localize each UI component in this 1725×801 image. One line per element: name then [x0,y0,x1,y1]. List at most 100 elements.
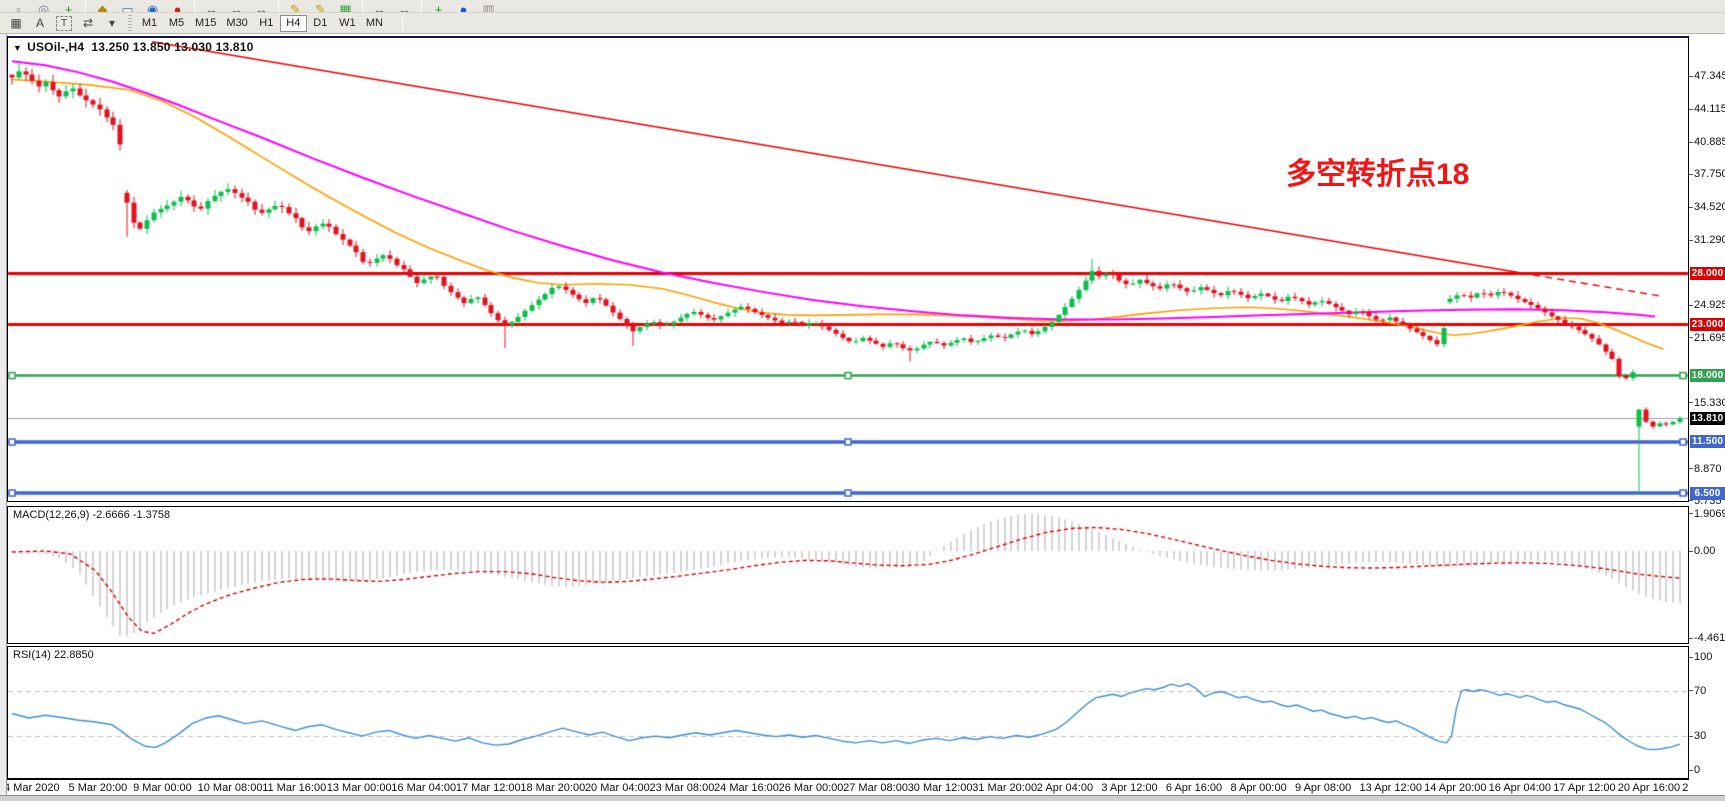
tile-horizontal-icon[interactable]: ↔ [224,0,249,13]
macd-tick: 1.9069 [1689,508,1725,520]
tile-horizontal-icon[interactable]: ↔ [367,0,392,13]
panel-icon[interactable]: ▭ [115,0,140,13]
time-axis-label: 31 Mar 20:00 [972,782,1037,794]
window-left-edge [0,34,7,795]
chart-canvas[interactable] [0,0,1725,801]
circle-icon[interactable]: ● [451,0,476,13]
chart-annotation-text: 多空转折点18 [1286,149,1469,193]
price-tick: 37.750 [1689,168,1725,180]
toolbar-separator [278,0,279,12]
price-tick: 21.695 [1689,332,1725,344]
price-tick: 40.885 [1689,136,1725,148]
text-label-icon[interactable]: A [28,14,52,32]
price-tick: 44.115 [1689,103,1725,115]
tile-horizontal-icon[interactable]: ↔ [199,0,224,13]
price-level-badge: 13.810 [1690,412,1725,425]
pencil-icon[interactable]: ✎ [308,0,333,13]
price-tick: 34.520 [1689,201,1725,213]
time-axis-label: 6 Apr 16:00 [1166,782,1222,794]
macd-tick: -4.4614 [1689,632,1725,644]
price-level-badge: 23.000 [1690,318,1725,331]
grid-color-icon[interactable]: ▦ [333,0,358,13]
pencil-icon[interactable]: ✎ [283,0,308,13]
toolbar-separator [362,0,363,12]
time-axis-label: 16 Apr 04:00 [1489,782,1551,794]
price-tick: 47.345 [1689,70,1725,82]
symbol-timeframe-label: USOil-,H4 [27,40,84,54]
macd-tick: 0.00 [1689,545,1715,557]
rsi-tick: 0 [1689,764,1700,776]
chart-title[interactable]: ▼ USOil-,H4 13.250 13.850 13.030 13.810 [13,40,254,54]
time-axis-label: 11 Mar 16:00 [262,782,326,794]
cycles-icon[interactable]: ⇄ [76,14,100,32]
toolbar-drag-handle[interactable] [128,15,132,31]
price-tick: 15.330 [1689,397,1725,409]
time-axis-label: 21 Apr 22:00 [1682,782,1689,794]
timeframe-button-w1[interactable]: W1 [334,15,361,32]
record-icon[interactable]: ● [165,0,190,13]
time-axis-label: 16 Mar 04:00 [391,782,456,794]
zoom-icon[interactable]: ◎ [31,0,56,13]
time-axis-label: 4 Mar 2020 [7,782,60,794]
price-level-badge: 18.000 [1690,369,1725,382]
time-axis-label: 17 Mar 12:00 [456,782,521,794]
dropdown-caret-icon[interactable]: ▾ [100,14,124,32]
timeframe-button-m5[interactable]: M5 [163,15,190,32]
time-axis-label: 13 Mar 00:00 [327,782,392,794]
toolbar-separator [85,0,86,12]
rsi-indicator-label: RSI(14) 22.8850 [13,649,94,661]
time-axis-label: 9 Mar 00:00 [133,782,192,794]
timeframe-button-m1[interactable]: M1 [136,15,163,32]
toolbar-separator [421,0,422,12]
time-axis-label: 24 Mar 16:00 [714,782,779,794]
chevron-down-icon[interactable]: ▼ [13,43,22,53]
window-icon[interactable]: ▫ [6,0,31,13]
price-level-badge: 6.500 [1690,487,1725,500]
price-level-badge: 11.500 [1690,435,1725,448]
time-axis-label: 5 Mar 20:00 [69,782,128,794]
add-icon[interactable]: + [56,0,81,13]
templates-icon[interactable]: ▦ [4,14,28,32]
time-axis-label: 26 Mar 00:00 [779,782,844,794]
trading-platform-window: ▫◎+◆▭◉●↔↔↔✎✎▦↔↔+●▥ ▦AT⇄▾M1M5M15M30H1H4D1… [0,0,1725,801]
timeframe-button-m30[interactable]: M30 [221,15,252,32]
time-axis-label: 20 Mar 04:00 [585,782,650,794]
timeframe-button-h4[interactable]: H4 [280,15,307,32]
time-axis-label: 17 Apr 12:00 [1553,782,1615,794]
toolbar-row-bottom: ▦AT ⇄▾ M1M5M15M30H1H4D1W1MN [0,13,1725,33]
toolbar: ▫◎+◆▭◉●↔↔↔✎✎▦↔↔+●▥ ▦AT⇄▾M1M5M15M30H1H4D1… [0,0,1725,34]
timeframe-button-h1[interactable]: H1 [253,15,280,32]
timeframe-button-d1[interactable]: D1 [307,15,334,32]
add-chart-icon[interactable]: + [426,0,451,13]
time-axis-label: 8 Apr 00:00 [1230,782,1286,794]
price-tick: 31.290 [1689,234,1725,246]
time-axis-label: 13 Apr 12:00 [1360,782,1422,794]
toolbar-row-top: ▫◎+◆▭◉●↔↔↔✎✎▦↔↔+●▥ [0,0,1725,13]
time-axis-label: 23 Mar 08:00 [650,782,715,794]
columns-icon[interactable]: ▥ [476,0,501,13]
timeframe-button-mn[interactable]: MN [361,15,388,32]
tile-horizontal-icon[interactable]: ↔ [392,0,417,13]
price-tick: 24.925 [1689,299,1725,311]
time-axis-label: 14 Apr 20:00 [1424,782,1486,794]
price-axis[interactable]: 47.345 44.115 40.885 37.750 34.520 31.290 24.9… [1689,36,1725,779]
window-bottom-edge [0,795,1725,801]
toolbar-separator [194,0,195,12]
diamond-icon[interactable]: ◆ [90,0,115,13]
ohlc-values: 13.250 13.850 13.030 13.810 [91,40,253,54]
text-box-icon[interactable]: T [56,16,72,31]
rsi-tick: 100 [1689,651,1712,663]
time-axis[interactable]: 4 Mar 2020 5 Mar 20:00 9 Mar 00:00 10 Mar 0… [7,779,1689,795]
toolbar-separator [402,15,403,31]
time-axis-label: 3 Apr 12:00 [1101,782,1157,794]
macd-indicator-label: MACD(12,26,9) -2.6666 -1.3758 [13,509,170,521]
price-tick: 8.870 [1689,463,1722,475]
time-axis-label: 20 Apr 16:00 [1618,782,1680,794]
tile-horizontal-icon[interactable]: ↔ [249,0,274,13]
rsi-tick: 70 [1689,685,1706,697]
time-axis-label: 10 Mar 08:00 [198,782,263,794]
time-axis-label: 9 Apr 08:00 [1295,782,1351,794]
timeframe-button-m15[interactable]: M15 [190,15,221,32]
globe-icon[interactable]: ◉ [140,0,165,13]
time-axis-label: 30 Mar 12:00 [908,782,973,794]
